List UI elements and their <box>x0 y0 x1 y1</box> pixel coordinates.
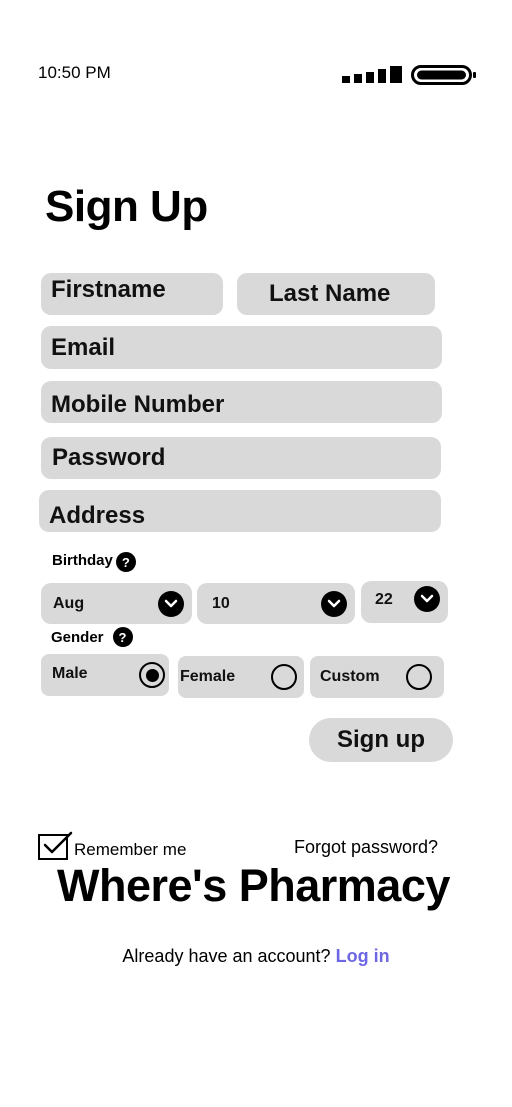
birth-day-select[interactable]: 10 <box>197 583 355 624</box>
birthday-label: Birthday <box>52 552 113 569</box>
gender-option-female[interactable]: Female <box>178 656 304 698</box>
gender-option-label: Custom <box>320 668 380 685</box>
birth-day-value: 10 <box>212 594 230 612</box>
address-field[interactable]: Address <box>39 490 441 532</box>
password-field[interactable]: Password <box>41 437 441 479</box>
checkbox-checked-icon[interactable] <box>37 831 73 861</box>
radio-selected-icon <box>139 662 165 688</box>
login-prompt: Already have an account? Log in <box>0 946 512 967</box>
birth-year-value: 22 <box>375 591 393 608</box>
gender-option-label: Male <box>52 665 88 682</box>
gender-label-row: Gender ? <box>51 627 133 647</box>
mobile-number-field[interactable]: Mobile Number <box>41 381 442 423</box>
birthday-help-icon[interactable]: ? <box>115 552 136 572</box>
signal-icon <box>342 66 402 83</box>
gender-label: Gender <box>51 628 104 646</box>
birth-month-value: Aug <box>53 594 85 612</box>
firstname-placeholder: Firstname <box>51 276 166 303</box>
address-placeholder: Address <box>49 502 146 529</box>
log-in-link[interactable]: Log in <box>336 946 390 966</box>
email-field[interactable]: Email <box>41 326 442 369</box>
chevron-down-icon <box>321 590 347 617</box>
gender-help-icon[interactable]: ? <box>112 627 133 647</box>
gender-option-male[interactable]: Male <box>41 654 169 696</box>
page-title: Sign Up <box>45 182 208 231</box>
brand-name: Where's Pharmacy <box>57 860 450 911</box>
birthday-label-row: Birthday ? <box>52 549 136 572</box>
sign-up-button[interactable]: Sign up <box>309 718 453 762</box>
mobile-placeholder: Mobile Number <box>51 391 225 418</box>
chevron-down-icon <box>414 586 440 612</box>
firstname-field[interactable]: Firstname <box>41 273 223 315</box>
gender-option-custom[interactable]: Custom <box>310 656 444 698</box>
forgot-password-link[interactable]: Forgot password? <box>294 837 438 858</box>
battery-icon <box>411 65 476 85</box>
radio-unselected-icon <box>406 664 432 690</box>
gender-option-label: Female <box>180 668 236 685</box>
lastname-placeholder: Last Name <box>269 280 391 307</box>
login-prompt-text: Already have an account? <box>122 946 331 966</box>
birth-month-select[interactable]: Aug <box>41 583 192 624</box>
chevron-down-icon <box>158 590 184 617</box>
email-placeholder: Email <box>51 333 116 361</box>
password-placeholder: Password <box>52 444 166 471</box>
radio-unselected-icon <box>271 664 297 690</box>
status-time: 10:50 PM <box>38 63 111 82</box>
birth-year-select[interactable]: 22 <box>361 581 448 623</box>
remember-me-label[interactable]: Remember me <box>74 840 186 860</box>
lastname-field[interactable]: Last Name <box>237 273 435 315</box>
